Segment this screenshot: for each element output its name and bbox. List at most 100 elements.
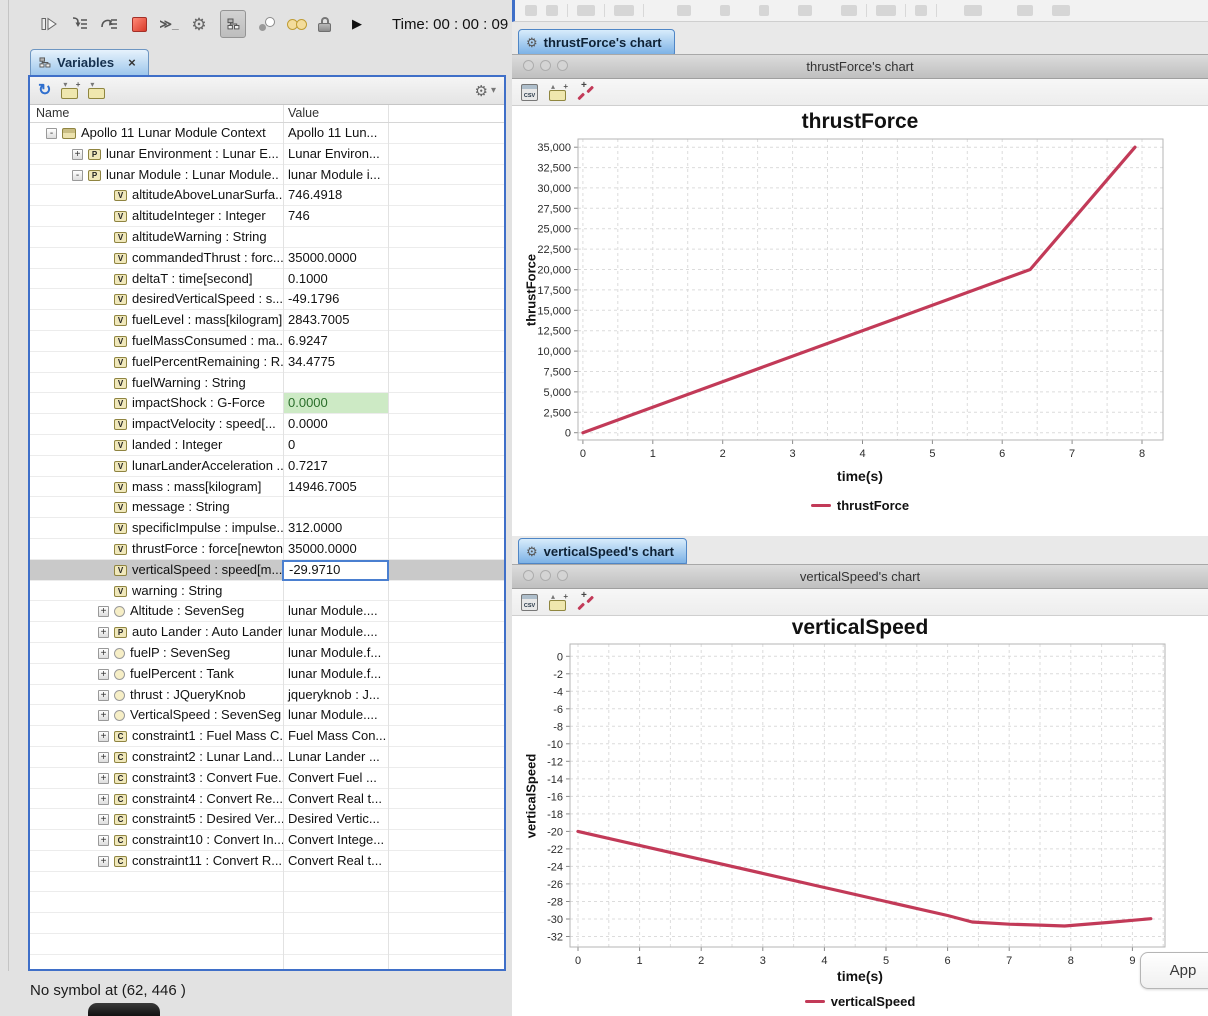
settings-gear-icon[interactable]: ⚙ — [190, 13, 208, 35]
expander-icon[interactable]: + — [98, 752, 109, 763]
table-row[interactable]: ValtitudeInteger : Integer746 — [30, 206, 504, 227]
expander-icon[interactable]: + — [98, 814, 109, 825]
window-titlebar[interactable]: thrustForce's chart — [512, 55, 1208, 79]
view-menu-button[interactable]: ⚙ ▾ — [475, 82, 496, 100]
column-divider[interactable] — [388, 123, 389, 971]
expander-icon[interactable]: - — [46, 128, 57, 139]
variable-name: auto Lander : Auto Lander — [132, 624, 282, 639]
table-row[interactable]: VfuelPercentRemaining : R...34.4775 — [30, 352, 504, 373]
variable-name: lunar Environment : Lunar E... — [106, 146, 279, 161]
tab-thrustforce-chart[interactable]: ⚙ thrustForce's chart — [518, 29, 675, 55]
table-row[interactable]: VimpactVelocity : speed[...0.0000 — [30, 414, 504, 435]
tab-verticalspeed-chart[interactable]: ⚙ verticalSpeed's chart — [518, 538, 687, 564]
table-row[interactable]: VspecificImpulse : impulse...312.0000 — [30, 518, 504, 539]
show-variables-icon[interactable] — [220, 10, 246, 38]
table-row[interactable]: Vlanded : Integer0 — [30, 435, 504, 456]
table-row[interactable]: VdeltaT : time[second]0.1000 — [30, 269, 504, 290]
resume-icon[interactable] — [40, 13, 58, 35]
add-signal-icon[interactable]: ▴+ — [549, 90, 566, 101]
table-row[interactable]: +Pauto Lander : Auto Landerlunar Module.… — [30, 622, 504, 643]
table-row[interactable]: VlunarLanderAcceleration ...0.7217 — [30, 456, 504, 477]
expander-slot — [98, 461, 109, 472]
window-controls[interactable] — [523, 60, 568, 71]
table-row[interactable]: +Altitude : SevenSeglunar Module.... — [30, 601, 504, 622]
expander-icon[interactable]: - — [72, 170, 83, 181]
linked-breakpoints-icon[interactable] — [288, 13, 306, 35]
table-row[interactable]: -Plunar Module : Lunar Module..lunar Mod… — [30, 165, 504, 186]
variable-name: constraint1 : Fuel Mass C... — [132, 728, 283, 743]
show-added-variables-icon[interactable]: ▾+ — [61, 88, 78, 99]
close-icon[interactable]: × — [128, 55, 136, 70]
table-row[interactable]: Vmessage : String — [30, 497, 504, 518]
expander-icon[interactable]: + — [98, 606, 109, 617]
table-row[interactable]: +Cconstraint5 : Desired Ver...Desired Ve… — [30, 809, 504, 830]
table-row[interactable]: VfuelMassConsumed : ma...6.9247 — [30, 331, 504, 352]
table-row[interactable]: +Cconstraint1 : Fuel Mass C...Fuel Mass … — [30, 726, 504, 747]
expander-icon[interactable]: + — [98, 627, 109, 638]
plot-settings-icon[interactable] — [577, 85, 594, 100]
table-row[interactable]: VdesiredVerticalSpeed : s...-49.1796 — [30, 289, 504, 310]
export-csv-icon[interactable]: CSV — [521, 594, 538, 611]
table-row[interactable]: VimpactShock : G-Force0.0000 — [30, 393, 504, 414]
verticalspeed-chart: verticalSpeed verticalSpeed 0-2-4-6-8-10… — [512, 616, 1208, 1016]
expander-icon[interactable]: + — [98, 669, 109, 680]
table-row[interactable]: +fuelPercent : Tanklunar Module.f... — [30, 664, 504, 685]
table-row[interactable]: +Cconstraint3 : Convert Fue...Convert Fu… — [30, 768, 504, 789]
window-titlebar[interactable]: verticalSpeed's chart — [512, 565, 1208, 589]
table-row[interactable]: VfuelLevel : mass[kilogram]2843.7005 — [30, 310, 504, 331]
refresh-icon[interactable]: ↻ — [38, 83, 51, 99]
table-row[interactable]: +thrust : JQueryKnobjqueryknob : J... — [30, 685, 504, 706]
variable-name: deltaT : time[second] — [132, 271, 252, 286]
apply-button[interactable]: App — [1140, 952, 1208, 989]
table-row[interactable]: ValtitudeAboveLunarSurfa...746.4918 — [30, 185, 504, 206]
table-row[interactable]: Vmass : mass[kilogram]14946.7005 — [30, 477, 504, 498]
expander-icon[interactable]: + — [72, 149, 83, 160]
expander-slot — [98, 419, 109, 430]
table-row[interactable]: +VerticalSpeed : SevenSeglunar Module...… — [30, 705, 504, 726]
column-divider[interactable] — [283, 123, 284, 971]
table-row[interactable]: ValtitudeWarning : String — [30, 227, 504, 248]
expander-icon[interactable]: + — [98, 794, 109, 805]
expander-icon[interactable]: + — [98, 648, 109, 659]
table-row[interactable]: VverticalSpeed : speed[m...-29.9710 — [30, 560, 504, 581]
variable-name: VerticalSpeed : SevenSeg — [130, 707, 281, 722]
expander-icon[interactable]: + — [98, 710, 109, 721]
table-row[interactable]: Vwarning : String — [30, 581, 504, 602]
add-signal-icon[interactable]: ▴+ — [549, 600, 566, 611]
expander-icon[interactable]: + — [98, 773, 109, 784]
variable-name: impactShock : G-Force — [132, 396, 265, 411]
column-header-name[interactable]: Name — [36, 105, 69, 122]
breakpoints-icon[interactable] — [258, 16, 276, 32]
table-row[interactable]: +Plunar Environment : Lunar E...Lunar En… — [30, 144, 504, 165]
column-header-value[interactable]: Value — [288, 105, 319, 122]
collapse-variables-icon[interactable]: ▾ — [88, 88, 105, 99]
lock-icon[interactable] — [318, 17, 336, 32]
table-row[interactable]: +Cconstraint4 : Convert Re...Convert Rea… — [30, 789, 504, 810]
table-row[interactable]: +Cconstraint2 : Lunar Land...Lunar Lande… — [30, 747, 504, 768]
thrustforce-plot: 02,5005,0007,50010,00012,50015,00017,500… — [512, 106, 1208, 464]
table-row[interactable]: +Cconstraint11 : Convert R...Convert Rea… — [30, 851, 504, 872]
plot-settings-icon[interactable] — [577, 595, 594, 610]
window-controls[interactable] — [523, 570, 568, 581]
table-row[interactable]: VthrustForce : force[newton]35000.0000 — [30, 539, 504, 560]
step-over-icon[interactable] — [100, 13, 118, 35]
constraint-icon: C — [114, 794, 127, 805]
step-into-icon[interactable] — [70, 13, 88, 35]
export-csv-icon[interactable]: CSV — [521, 84, 538, 101]
expander-icon[interactable]: + — [98, 690, 109, 701]
table-row[interactable]: VfuelWarning : String — [30, 373, 504, 394]
variable-value[interactable]: -29.9710 — [282, 560, 389, 581]
variable-value: 746 — [283, 206, 388, 226]
expander-icon[interactable]: + — [98, 731, 109, 742]
expander-icon[interactable]: + — [98, 856, 109, 867]
expander-icon[interactable]: + — [98, 835, 109, 846]
table-row[interactable]: -Apollo 11 Lunar Module ContextApollo 11… — [30, 123, 504, 144]
tab-variables[interactable]: Variables × — [30, 49, 149, 75]
step-return-icon[interactable]: ≫_ — [160, 13, 178, 35]
run-icon[interactable]: ▶ — [348, 13, 366, 35]
variable-value: lunar Module.... — [283, 622, 388, 642]
table-row[interactable]: +fuelP : SevenSeglunar Module.f... — [30, 643, 504, 664]
table-row[interactable]: VcommandedThrust : forc...35000.0000 — [30, 248, 504, 269]
terminate-icon[interactable] — [130, 13, 148, 35]
table-row[interactable]: +Cconstraint10 : Convert In...Convert In… — [30, 830, 504, 851]
